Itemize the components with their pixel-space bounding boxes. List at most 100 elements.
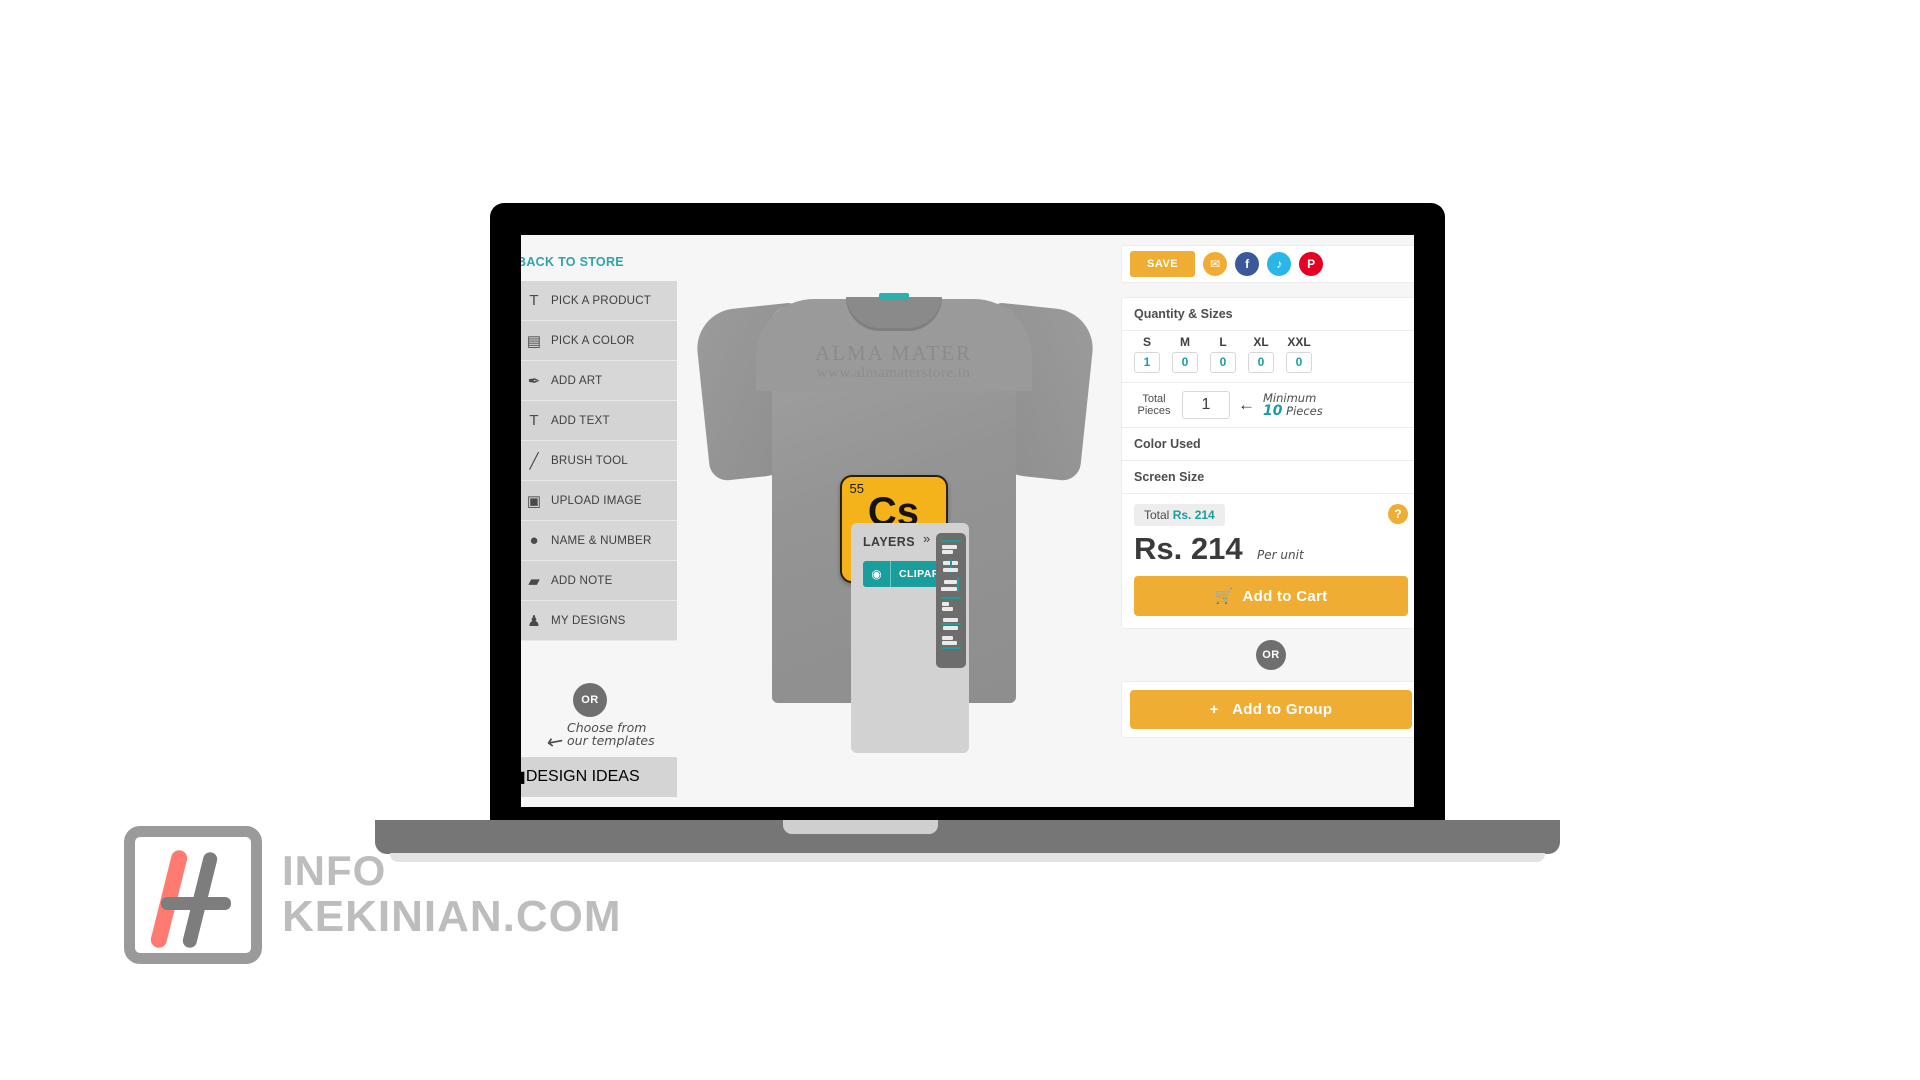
total-pieces-input[interactable]: 1 (1182, 391, 1230, 419)
size-quantity-row: 1 0 0 0 0 (1122, 349, 1414, 382)
infokekinian-watermark: INFO KEKINIAN.COM (124, 826, 622, 964)
user-designs-icon: ♟ (527, 612, 541, 630)
templates-hint: Choose from our templates (567, 721, 655, 747)
sidebar-item-label: PICK A PRODUCT (551, 294, 652, 307)
qty-input-xxl[interactable]: 0 (1286, 352, 1312, 373)
brush-icon: ╱ (529, 452, 539, 470)
price-section: ? Total Rs. 214 Rs. 214 Per unit 🛒 Add t… (1122, 494, 1414, 628)
shirt-watermark-line1: ALMA MATER (814, 341, 973, 365)
sidebar-item-brush-tool[interactable]: ╱ BRUSH TOOL (521, 441, 677, 481)
logo-line2: KEKINIAN.COM (282, 891, 622, 941)
sidebar-item-pick-a-product[interactable]: T PICK A PRODUCT (521, 281, 677, 321)
tool-sidebar: T PICK A PRODUCT ▤ PICK A COLOR ✒ ADD ART T ADD… (521, 281, 677, 641)
qty-input-l[interactable]: 0 (1210, 352, 1236, 373)
text-icon: T (529, 412, 539, 429)
size-header-l: L (1219, 335, 1227, 349)
back-to-store-link[interactable]: BACK TO STORE (521, 255, 624, 269)
align-left-icon[interactable] (941, 597, 961, 611)
size-header-xl: XL (1253, 335, 1269, 349)
sidebar-item-name-number[interactable]: ● NAME & NUMBER (521, 521, 677, 561)
align-vertical-center-icon[interactable] (941, 559, 961, 573)
save-button[interactable]: SAVE (1130, 251, 1196, 277)
tshirt-designer-app: BACK TO STORE T PICK A PRODUCT ▤ PICK A COL… (521, 235, 1414, 807)
sidebar-item-add-note[interactable]: ▰ ADD NOTE (521, 561, 677, 601)
sidebar-item-label: ADD NOTE (551, 574, 613, 587)
eye-icon[interactable]: ◉ (863, 561, 890, 587)
templates-arrow-icon: ↙ (541, 728, 569, 756)
sidebar-or-badge: OR (573, 683, 607, 717)
sidebar-item-upload-image[interactable]: ▣ UPLOAD IMAGE (521, 481, 677, 521)
twitter-share-icon[interactable]: ♪ (1267, 252, 1292, 276)
minimum-qty: 10 (1263, 403, 1283, 419)
size-header-xxl: XXL (1287, 335, 1311, 349)
actions-toolbar: SAVE ✉ f ♪ P (1121, 245, 1414, 283)
note-icon: ▰ (528, 572, 540, 590)
sidebar-item-label: DESIGN IDEAS (525, 768, 640, 785)
add-to-cart-button[interactable]: 🛒 Add to Cart (1134, 576, 1408, 616)
sidebar-item-design-ideas[interactable]: ▮ DESIGN IDEAS (521, 757, 677, 797)
size-headers-row: S M L XL XXL (1122, 331, 1414, 349)
quantity-sizes-title: Quantity & Sizes (1122, 298, 1414, 331)
sidebar-item-label: UPLOAD IMAGE (551, 494, 642, 507)
sidebar-item-label: PICK A COLOR (551, 334, 635, 347)
element-atomic-number: 55 (849, 481, 864, 496)
sidebar-item-my-designs[interactable]: ♟ MY DESIGNS (521, 601, 677, 641)
palette-icon: ▤ (526, 332, 542, 350)
help-icon[interactable]: ? (1388, 504, 1408, 524)
logo-line1: INFO (282, 847, 387, 895)
align-right-icon[interactable] (941, 578, 961, 592)
size-header-s: S (1142, 335, 1151, 349)
add-to-cart-label: Add to Cart (1242, 588, 1328, 605)
email-share-icon[interactable]: ✉ (1203, 252, 1228, 276)
cart-icon: 🛒 (1214, 588, 1234, 605)
design-canvas[interactable]: ALMA MATER www.almamaterstore.in 55 Cs 1… (681, 245, 1106, 805)
sidebar-item-add-text[interactable]: T ADD TEXT (521, 401, 677, 441)
total-label: Total (1144, 508, 1170, 522)
laptop-mockup: BACK TO STORE T PICK A PRODUCT ▤ PICK A COL… (375, 203, 1560, 862)
total-pieces-row: Total Pieces 1 ← Minimum 10 Pieces (1122, 382, 1414, 428)
sidebar-item-add-art[interactable]: ✒ ADD ART (521, 361, 677, 401)
total-pieces-label-line1: Total (1142, 393, 1166, 405)
art-icon: ✒ (527, 372, 541, 390)
chevron-double-right-icon[interactable]: » (923, 531, 930, 546)
align-top-icon[interactable] (941, 540, 961, 554)
sidebar-item-label: BRUSH TOOL (551, 454, 628, 467)
templates-hint-line2: our templates (567, 733, 655, 749)
add-to-group-button[interactable]: + Add to Group (1130, 690, 1412, 729)
shirt-collar-tag (878, 293, 909, 300)
per-unit-label: Per unit (1257, 548, 1304, 562)
align-horizontal-center-icon[interactable] (941, 616, 961, 630)
laptop-base-notch (783, 820, 938, 834)
qty-input-m[interactable]: 0 (1172, 352, 1198, 373)
total-pieces-label: Total Pieces (1134, 393, 1174, 417)
pinterest-share-icon[interactable]: P (1299, 252, 1324, 276)
minimum-pieces-note: Minimum 10 Pieces (1263, 392, 1323, 419)
qty-input-xl[interactable]: 0 (1248, 352, 1274, 373)
arrow-left-icon: ← (1238, 395, 1255, 414)
shirt-watermark-line2: www.almamaterstore.in (816, 365, 971, 381)
laptop-screen: BACK TO STORE T PICK A PRODUCT ▤ PICK A COL… (521, 235, 1414, 807)
order-panel: Quantity & Sizes S M L XL XXL 1 0 0 0 0 … (1121, 297, 1414, 629)
name-number-icon: ● (529, 532, 539, 549)
logo-wordmark: INFO KEKINIAN.COM (282, 849, 622, 940)
facebook-share-icon[interactable]: f (1235, 252, 1260, 276)
logo-h-crossbar (161, 897, 231, 910)
minimum-unit: Pieces (1286, 404, 1323, 418)
qty-input-s[interactable]: 1 (1134, 352, 1160, 373)
tshirt-icon: T (529, 292, 539, 309)
right-panel: SAVE ✉ f ♪ P Quantity & Sizes S M L XL X… (1121, 245, 1414, 738)
add-to-group-container: + Add to Group (1121, 681, 1414, 738)
sidebar-item-label: MY DESIGNS (551, 614, 626, 627)
sidebar-item-label: ADD ART (551, 374, 603, 387)
sidebar-item-pick-a-color[interactable]: ▤ PICK A COLOR (521, 321, 677, 361)
total-amount: Rs. 214 (1172, 508, 1215, 522)
layers-panel-title: LAYERS (863, 535, 915, 549)
total-pieces-label-line2: Pieces (1137, 405, 1171, 417)
align-bottom-icon[interactable] (941, 635, 961, 649)
color-used-row[interactable]: Color Used (1122, 428, 1414, 461)
laptop-lid: BACK TO STORE T PICK A PRODUCT ▤ PICK A COL… (490, 203, 1445, 823)
sidebar-item-label: ADD TEXT (551, 414, 610, 427)
screen-size-row[interactable]: Screen Size (1122, 461, 1414, 494)
align-toolbar[interactable] (936, 533, 966, 668)
upload-image-icon: ▣ (526, 492, 542, 510)
